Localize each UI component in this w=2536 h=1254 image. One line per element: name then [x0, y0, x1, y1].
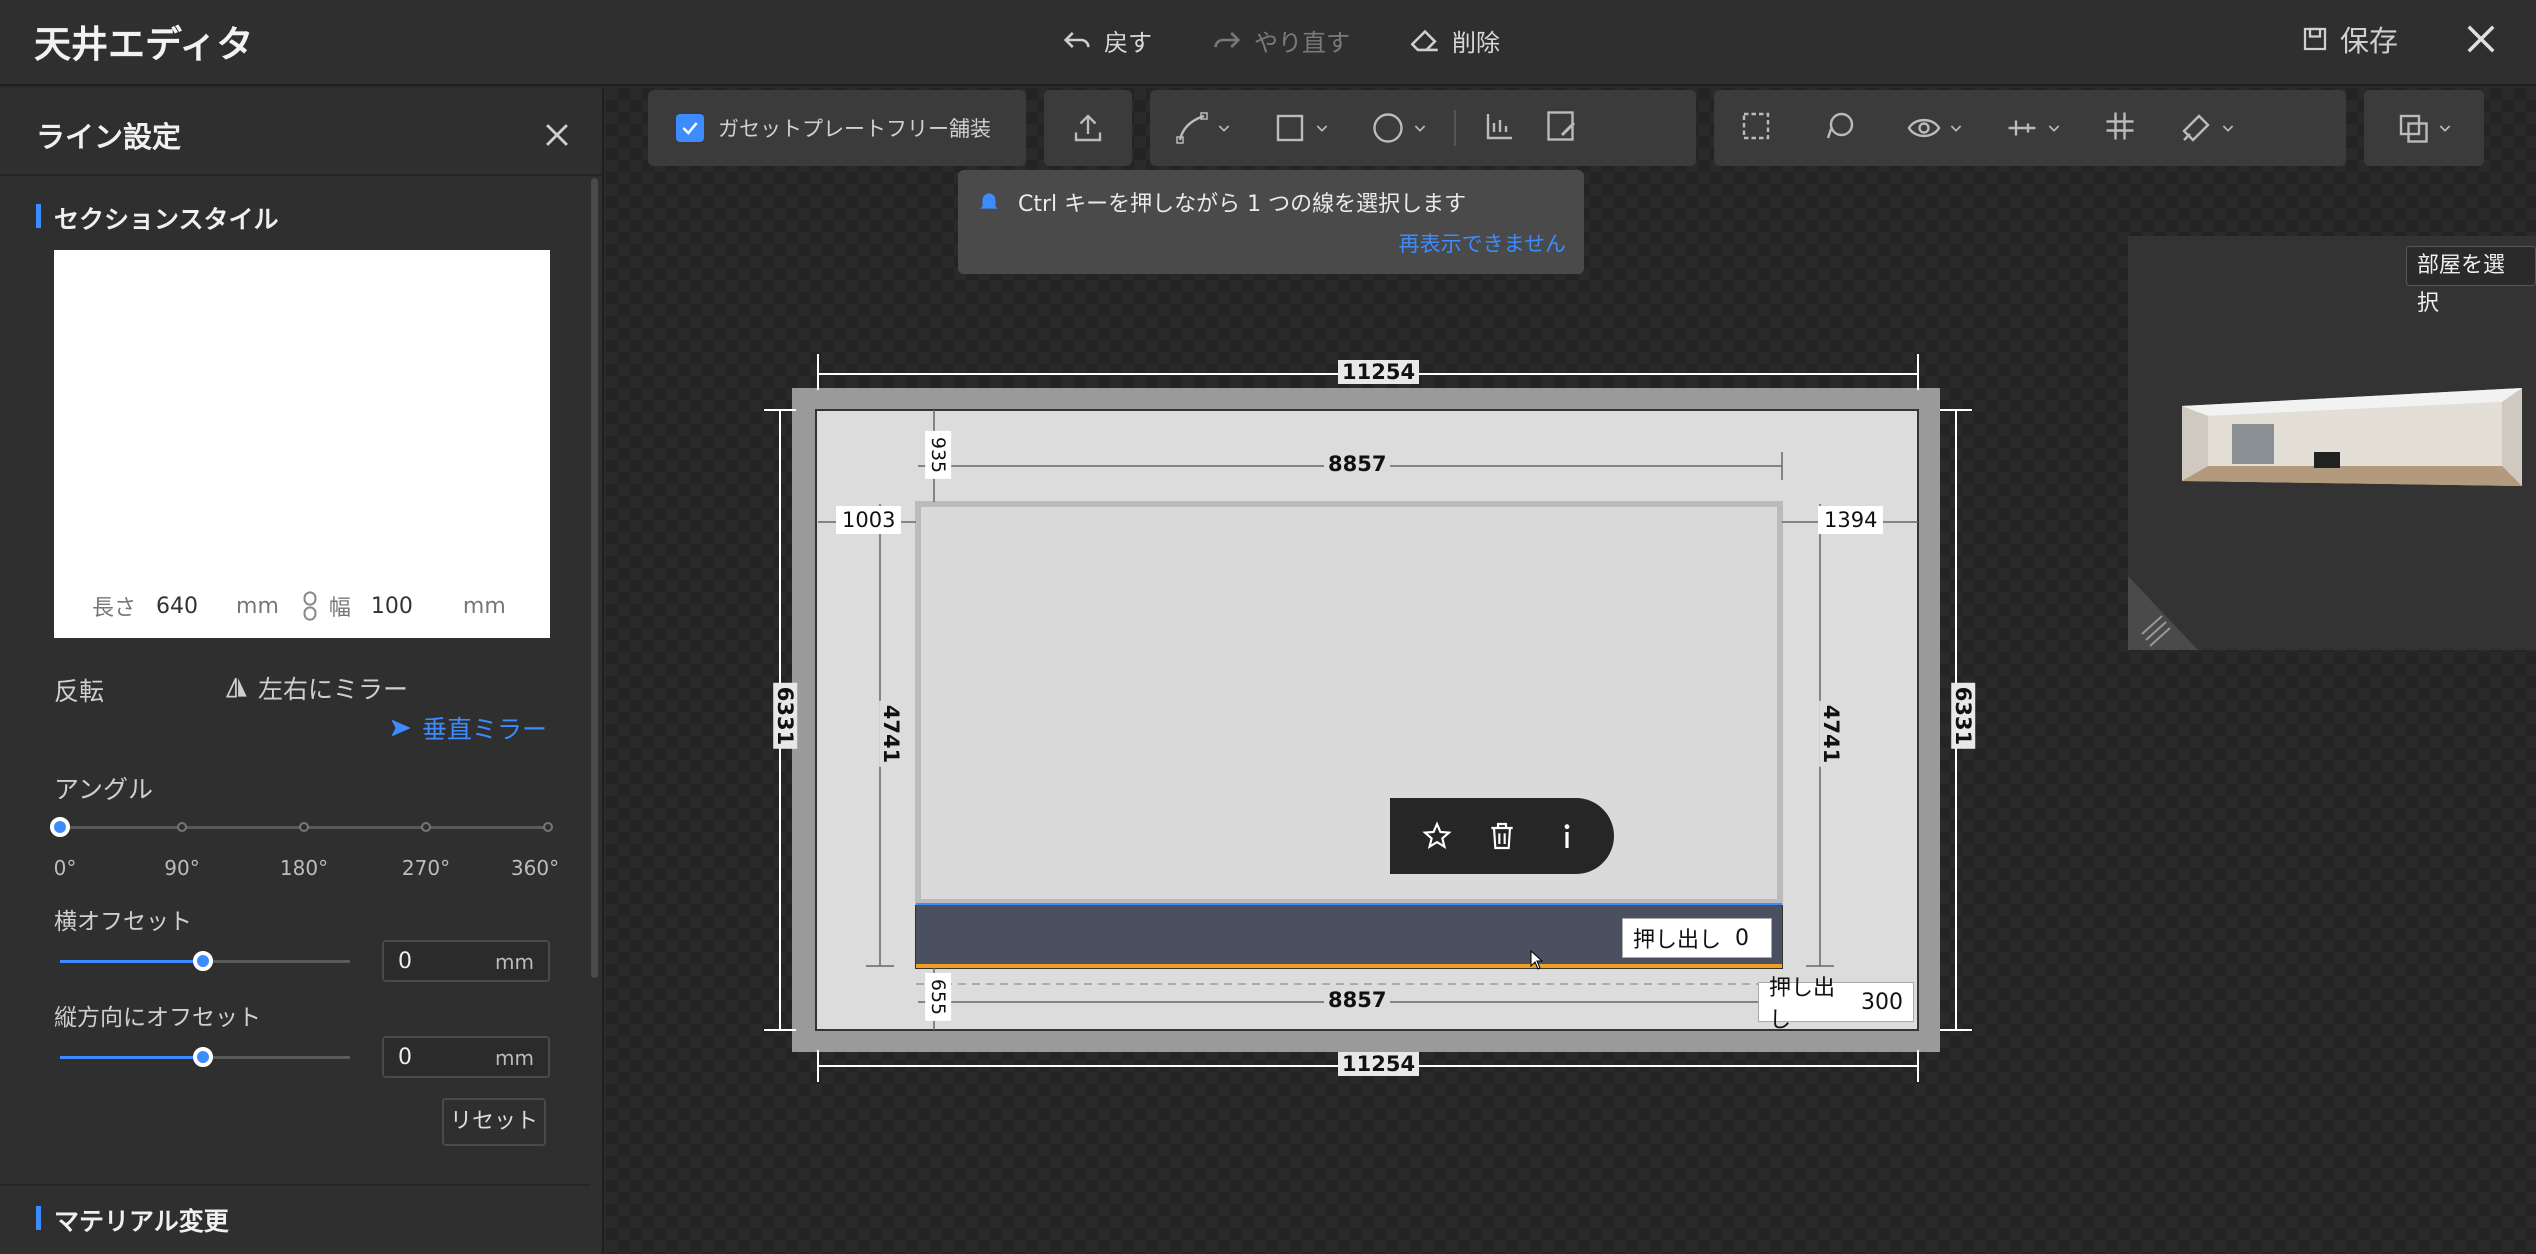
inner-recess — [915, 501, 1783, 905]
extrude-value-2[interactable]: 300 — [1861, 990, 1903, 1015]
extrude-value-1[interactable]: 0 — [1735, 926, 1749, 951]
ceiling-plan — [764, 354, 1972, 1082]
dim-right-gap[interactable]: 1394 — [1818, 506, 1884, 534]
info-icon[interactable] — [1551, 820, 1583, 852]
dim-outer-width-bottom: 11254 — [1338, 1052, 1420, 1076]
trash-icon[interactable] — [1486, 820, 1518, 852]
dim-outer-height-left: 6331 — [773, 682, 798, 750]
selection-context-menu — [1390, 798, 1614, 874]
dim-inner-height-right: 4741 — [1819, 700, 1844, 768]
dim-inner-width-top: 8857 — [1324, 452, 1391, 476]
dim-top-gap[interactable]: 935 — [925, 430, 952, 480]
star-icon[interactable] — [1421, 820, 1453, 852]
extrude-label-2: 押し出し — [1769, 976, 1836, 1033]
extrude-input-1[interactable]: 押し出し 0 — [1622, 918, 1772, 958]
dim-outer-height-right: 6331 — [1951, 682, 1976, 750]
extrude-input-2[interactable]: 押し出し 300 — [1758, 976, 1914, 1033]
dim-inner-height-left: 4741 — [879, 700, 904, 768]
extrude-label-1: 押し出し — [1633, 928, 1722, 953]
mouse-cursor-icon — [1530, 950, 1544, 970]
dim-inner-width-bottom: 8857 — [1324, 988, 1391, 1012]
dim-left-gap[interactable]: 1003 — [836, 506, 902, 534]
dim-outer-width-top: 11254 — [1338, 360, 1420, 384]
dim-bottom-gap[interactable]: 655 — [925, 972, 952, 1022]
